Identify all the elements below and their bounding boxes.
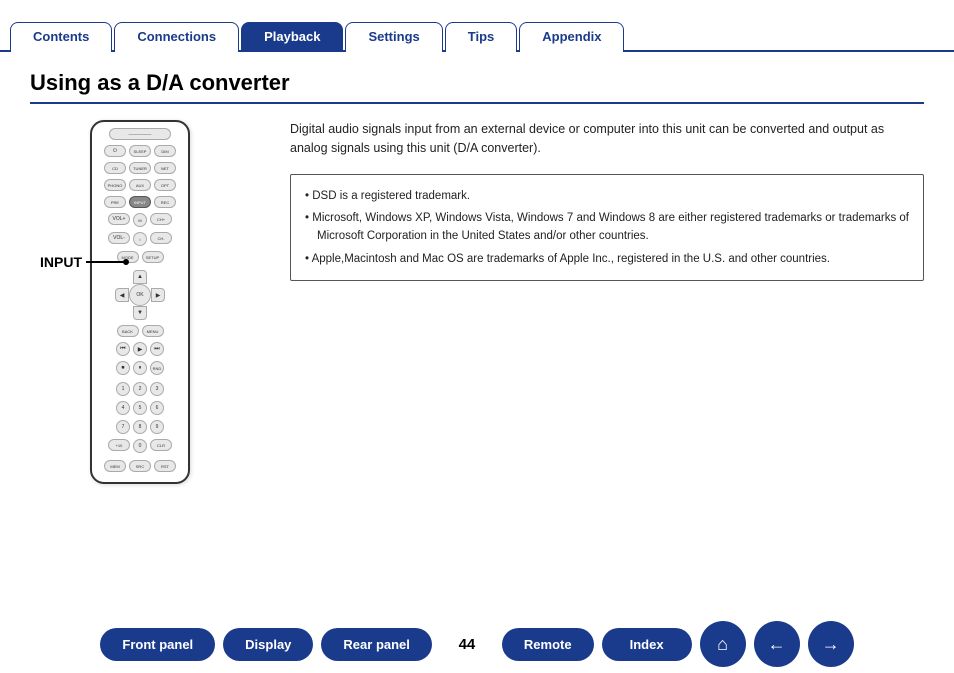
- input-arrow: [86, 259, 129, 265]
- rmt-input[interactable]: INPUT: [129, 196, 151, 208]
- rmt-8[interactable]: 8: [133, 420, 147, 434]
- rmt-play[interactable]: ▶: [133, 342, 147, 356]
- rmt-random[interactable]: RND: [150, 361, 164, 375]
- rmt-dimmer[interactable]: DIM: [154, 145, 176, 157]
- rmt-cd[interactable]: CD: [104, 162, 126, 174]
- front-panel-button[interactable]: Front panel: [100, 628, 215, 661]
- rmt-power[interactable]: ⏻: [104, 145, 126, 157]
- rmt-clear[interactable]: CLR: [150, 439, 172, 451]
- input-label: INPUT: [40, 254, 129, 270]
- rmt-7[interactable]: 7: [116, 420, 130, 434]
- rmt-vol-up[interactable]: VOL+: [108, 213, 130, 225]
- rmt-info[interactable]: i: [133, 232, 147, 246]
- info-bullet-1: • DSD is a registered trademark.: [305, 187, 909, 205]
- rmt-sleep[interactable]: SLEEP: [129, 145, 151, 157]
- rmt-phono[interactable]: PHONO: [104, 179, 126, 191]
- tab-contents[interactable]: Contents: [10, 22, 112, 52]
- rmt-dpad-down[interactable]: ▼: [133, 306, 147, 320]
- rmt-next-track[interactable]: ⏭: [150, 342, 164, 356]
- description-text: Digital audio signals input from an exte…: [290, 120, 924, 158]
- tab-playback[interactable]: Playback: [241, 22, 343, 52]
- remote-button[interactable]: Remote: [502, 628, 594, 661]
- rmt-dpad-up[interactable]: ▲: [133, 270, 147, 284]
- rmt-ch-dn[interactable]: CH-: [150, 232, 172, 244]
- rmt-9[interactable]: 9: [150, 420, 164, 434]
- remote-area: INPUT ──────── ⏻ SLEEP D: [30, 120, 260, 484]
- right-text: Digital audio signals input from an exte…: [290, 120, 924, 484]
- back-button[interactable]: ←: [754, 621, 800, 667]
- input-text: INPUT: [40, 254, 82, 270]
- rmt-1[interactable]: 1: [116, 382, 130, 396]
- rmt-plus10[interactable]: +10: [108, 439, 130, 451]
- rmt-mute[interactable]: M: [133, 213, 147, 227]
- bottom-navigation: Front panel Display Rear panel 44 Remote…: [0, 615, 954, 673]
- info-box: • DSD is a registered trademark. • Micro…: [290, 174, 924, 282]
- rmt-6[interactable]: 6: [150, 401, 164, 415]
- rmt-search[interactable]: SRC: [129, 460, 151, 472]
- rmt-menu[interactable]: MENU: [142, 325, 164, 337]
- content-area: INPUT ──────── ⏻ SLEEP D: [30, 120, 924, 484]
- tab-appendix[interactable]: Appendix: [519, 22, 624, 52]
- rmt-dpad-right[interactable]: ▶: [151, 288, 165, 302]
- rmt-vol-dn[interactable]: VOL-: [108, 232, 130, 244]
- page-number: 44: [452, 636, 482, 653]
- rmt-3[interactable]: 3: [150, 382, 164, 396]
- rmt-dpad-left[interactable]: ◀: [115, 288, 129, 302]
- rmt-tuner[interactable]: TUNER: [129, 162, 151, 174]
- rmt-prev-track[interactable]: ⏮: [116, 342, 130, 356]
- rmt-memory[interactable]: MEM: [104, 460, 126, 472]
- rmt-dpad-center[interactable]: OK: [129, 284, 151, 306]
- remote-image: ──────── ⏻ SLEEP DIM CD TUNER NET: [90, 120, 260, 484]
- home-button[interactable]: ⌂: [700, 621, 746, 667]
- rmt-ch-up[interactable]: CH+: [150, 213, 172, 225]
- rmt-optical[interactable]: OPT: [154, 179, 176, 191]
- rmt-pause[interactable]: ⏸: [133, 361, 147, 375]
- tab-connections[interactable]: Connections: [114, 22, 239, 52]
- info-bullet-3: • Apple,Macintosh and Mac OS are tradema…: [305, 250, 909, 268]
- index-button[interactable]: Index: [602, 628, 692, 661]
- rmt-dpad: ▲ ▼ ◀ ▶ OK: [115, 270, 165, 320]
- rmt-setup[interactable]: SETUP: [142, 251, 164, 263]
- remote-body: ──────── ⏻ SLEEP DIM CD TUNER NET: [90, 120, 190, 484]
- main-content: Using as a D/A converter INPUT ────────: [0, 52, 954, 494]
- rmt-0[interactable]: 0: [133, 439, 147, 453]
- rmt-back[interactable]: BACK: [117, 325, 139, 337]
- forward-button[interactable]: →: [808, 621, 854, 667]
- display-button[interactable]: Display: [223, 628, 313, 661]
- rmt-rec[interactable]: REC: [154, 196, 176, 208]
- rmt-5[interactable]: 5: [133, 401, 147, 415]
- rmt-aux[interactable]: AUX: [129, 179, 151, 191]
- rmt-2[interactable]: 2: [133, 382, 147, 396]
- tab-settings[interactable]: Settings: [345, 22, 442, 52]
- rmt-btn-1[interactable]: ────────: [109, 128, 171, 140]
- rmt-reset[interactable]: RST: [154, 460, 176, 472]
- tab-tips[interactable]: Tips: [445, 22, 518, 52]
- rmt-4[interactable]: 4: [116, 401, 130, 415]
- rmt-prev[interactable]: PRE: [104, 196, 126, 208]
- rear-panel-button[interactable]: Rear panel: [321, 628, 431, 661]
- top-navigation: Contents Connections Playback Settings T…: [0, 0, 954, 52]
- page-title: Using as a D/A converter: [30, 70, 924, 104]
- info-bullet-2: • Microsoft, Windows XP, Windows Vista, …: [305, 209, 909, 246]
- rmt-stop[interactable]: ⏹: [116, 361, 130, 375]
- rmt-network[interactable]: NET: [154, 162, 176, 174]
